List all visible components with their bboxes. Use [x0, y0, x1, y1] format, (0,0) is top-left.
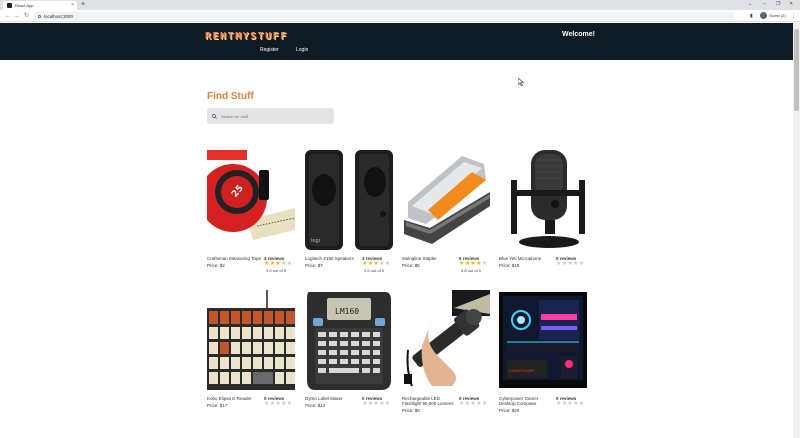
- page-title: Find Stuff: [207, 91, 254, 102]
- svg-text:CYBERPOWER: CYBERPOWER: [509, 369, 534, 373]
- item-price: Price: $2: [207, 263, 225, 268]
- item-name[interactable]: Dymo Label Maker: [305, 396, 361, 401]
- rating-text: 3.8 out of 5: [461, 268, 482, 273]
- gaming-pc-image[interactable]: CYBERPOWER: [499, 290, 587, 390]
- star-rating: ★★★★★: [264, 261, 292, 267]
- scrollbar-thumb[interactable]: [794, 29, 799, 111]
- item-card[interactable]: Rechargeable LED Flashlight 90,000 Lumen…: [402, 290, 492, 420]
- item-price: Price: $18: [499, 263, 520, 268]
- speakers-image[interactable]: logi: [305, 150, 393, 250]
- page-scrollbar[interactable]: [793, 23, 800, 438]
- item-card[interactable]: logi Logitech Z150 Speakers Price: $7 3 …: [305, 150, 395, 280]
- mouse-cursor-icon: [518, 78, 524, 86]
- item-price: Price: $7: [305, 263, 323, 268]
- label-maker-image[interactable]: LM160: [305, 290, 393, 390]
- welcome-message: Welcome!: [562, 31, 595, 38]
- login-link[interactable]: Login: [296, 47, 308, 53]
- rentmystuff-logo[interactable]: RENTMYSTUFF: [205, 31, 288, 42]
- item-name[interactable]: Blue Yeti Microphone: [499, 256, 555, 261]
- star-icon: ★: [578, 261, 585, 267]
- item-price: Price: $5: [402, 263, 420, 268]
- minimize-button[interactable]: –: [763, 1, 766, 8]
- back-arrow-icon[interactable]: ←: [5, 12, 11, 20]
- item-name[interactable]: Logitech Z150 Speakers: [305, 256, 361, 261]
- restore-button[interactable]: ❐: [776, 1, 780, 8]
- item-name[interactable]: Swingline Stapler: [402, 256, 458, 261]
- item-price: Price: $20: [499, 408, 520, 413]
- star-rating: ★★★★★: [556, 401, 584, 407]
- address-bar[interactable]: localhost:3000: [34, 12, 734, 20]
- item-name[interactable]: Cyberpower Gamer Desktop Computer: [499, 396, 555, 406]
- star-icon: ★: [384, 261, 391, 267]
- profile-button[interactable]: Guest (2): [760, 12, 786, 19]
- star-icon: ★: [481, 401, 488, 407]
- star-icon: ★: [286, 401, 293, 407]
- svg-text:logi: logi: [311, 238, 320, 244]
- star-icon: ★: [286, 261, 293, 267]
- url-text: localhost:3000: [44, 13, 74, 19]
- rating-text: 3.0 out of 5: [266, 268, 287, 273]
- register-link[interactable]: Register: [260, 47, 279, 53]
- item-price: Price: $12: [305, 403, 326, 408]
- star-rating: ★★★★★: [264, 401, 292, 407]
- item-card[interactable]: 25 Craftsman Measuring Tape Price: $2 4 …: [207, 150, 297, 280]
- stapler-image[interactable]: [402, 150, 490, 250]
- item-name[interactable]: Kobo Elipsa E-Reader: [207, 396, 263, 401]
- browser-tab[interactable]: React App ×: [3, 1, 77, 10]
- browser-menu-icon[interactable]: ⋮: [791, 12, 796, 20]
- flashlight-image[interactable]: [402, 290, 490, 390]
- star-rating: ★★★★★: [459, 401, 487, 407]
- reload-icon[interactable]: ↻: [24, 12, 29, 20]
- item-name[interactable]: Rechargeable LED Flashlight 90,000 Lumen…: [402, 396, 458, 406]
- measuring-tape-image[interactable]: 25: [207, 150, 295, 250]
- star-icon: ★: [481, 261, 488, 267]
- browser-toolbar: ← → ↻ localhost:3000 ▮ Guest (2) ⋮: [0, 10, 800, 22]
- site-info-icon[interactable]: [38, 14, 41, 18]
- svg-text:LM160: LM160: [335, 307, 359, 316]
- star-rating: ★★★★★: [362, 261, 390, 267]
- item-card[interactable]: Kobo Elipsa E-Reader Price: $17 0 review…: [207, 290, 297, 420]
- tab-close-icon[interactable]: ×: [71, 3, 74, 8]
- tab-title: React App: [15, 3, 34, 8]
- star-rating: ★★★★★: [556, 261, 584, 267]
- search-input[interactable]: [221, 113, 321, 119]
- item-price: Price: $17: [207, 403, 228, 408]
- avatar-icon: [760, 12, 767, 19]
- star-icon: ★: [578, 401, 585, 407]
- search-bar[interactable]: [207, 108, 334, 124]
- tab-search-chevron-icon[interactable]: ⌄: [748, 1, 752, 8]
- react-favicon-icon: [7, 3, 12, 8]
- app-header: RENTMYSTUFF Register Login Welcome!: [0, 23, 793, 60]
- profile-name: Guest (2): [769, 13, 786, 18]
- item-name[interactable]: Craftsman Measuring Tape: [207, 256, 263, 261]
- rating-text: 2.6 out of 5: [364, 268, 385, 273]
- close-window-button[interactable]: ✕: [789, 1, 793, 8]
- keyboard-image[interactable]: [207, 290, 295, 390]
- item-card[interactable]: Swingline Stapler Price: $5 5 reviews ★★…: [402, 150, 492, 280]
- item-price: Price: $8: [402, 408, 420, 413]
- star-rating: ★★★★★: [362, 401, 390, 407]
- forward-arrow-icon[interactable]: →: [14, 12, 20, 20]
- item-card[interactable]: LM160 Dymo Label Maker Price: $12 0 revi…: [305, 290, 395, 420]
- star-icon: ★: [384, 401, 391, 407]
- search-icon: [212, 113, 217, 119]
- new-tab-button[interactable]: +: [81, 1, 85, 9]
- sidebar-toggle-icon[interactable]: ▮: [750, 12, 753, 20]
- browser-tab-bar: React App × + ⌄ – ❐ ✕: [0, 0, 800, 10]
- microphone-image[interactable]: [499, 150, 587, 250]
- item-card[interactable]: Blue Yeti Microphone Price: $18 0 review…: [499, 150, 589, 280]
- item-card[interactable]: CYBERPOWER Cyberpower Gamer Desktop Comp…: [499, 290, 589, 420]
- star-rating: ★★★★★: [459, 261, 487, 267]
